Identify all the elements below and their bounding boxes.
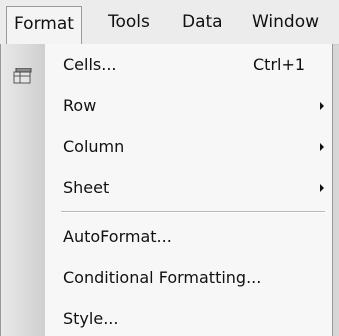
menu-item-column-label: Column xyxy=(63,137,125,156)
menu-item-column[interactable]: Column xyxy=(45,126,332,168)
format-dropdown-menu: Cells... Ctrl+1 Row Column Sheet AutoFor… xyxy=(0,44,333,336)
menu-tools[interactable]: Tools xyxy=(108,0,150,44)
menu-format-label: Format xyxy=(14,14,74,34)
menu-bar: Format Tools Data Window xyxy=(0,0,339,45)
menu-icon-gutter xyxy=(1,44,45,336)
menu-item-conditional-formatting[interactable]: Conditional Formatting... xyxy=(45,257,332,299)
menu-item-row[interactable]: Row xyxy=(45,85,332,127)
menu-item-cells[interactable]: Cells... Ctrl+1 xyxy=(13,44,332,86)
menu-item-cells-label: Cells... xyxy=(63,55,117,74)
menu-item-autoformat-label: AutoFormat... xyxy=(63,227,172,246)
menu-item-style[interactable]: Style... xyxy=(45,298,332,336)
menu-item-sheet[interactable]: Sheet xyxy=(45,167,332,209)
menu-item-cells-shortcut: Ctrl+1 xyxy=(253,55,306,74)
menu-item-style-label: Style... xyxy=(63,309,119,328)
menu-item-autoformat[interactable]: AutoFormat... xyxy=(45,216,332,258)
menu-item-conditional-formatting-label: Conditional Formatting... xyxy=(63,268,262,287)
menu-separator xyxy=(61,211,325,213)
menu-tools-label: Tools xyxy=(108,12,150,32)
menu-item-row-label: Row xyxy=(63,96,97,115)
menu-format[interactable]: Format xyxy=(6,6,82,44)
submenu-arrow-icon xyxy=(320,184,324,192)
menu-data-label: Data xyxy=(182,12,223,32)
submenu-arrow-icon xyxy=(320,143,324,151)
menu-window-label: Window xyxy=(252,12,320,32)
menu-window[interactable]: Window xyxy=(252,0,319,44)
submenu-arrow-icon xyxy=(320,102,324,110)
menu-item-sheet-label: Sheet xyxy=(63,178,110,197)
cells-icon xyxy=(13,58,33,84)
menu-data[interactable]: Data xyxy=(182,0,223,44)
